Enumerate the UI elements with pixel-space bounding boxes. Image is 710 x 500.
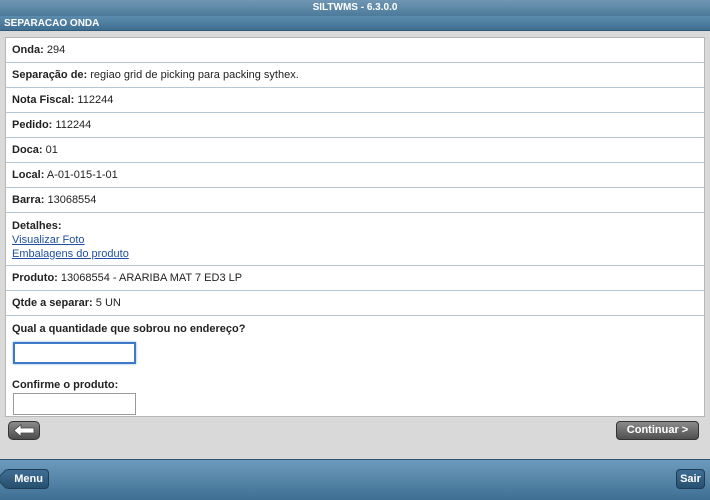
- field-value: A-01-015-1-01: [46, 169, 118, 181]
- field-row-produto: Produto: 13068554 - ARARIBA MAT 7 ED3 LP: [6, 266, 704, 291]
- confirm-product-label: Confirme o produto:: [12, 379, 119, 391]
- quantity-question-row: Qual a quantidade que sobrou no endereço…: [6, 316, 704, 364]
- field-row-separacao: Separação de: regiao grid de picking par…: [6, 63, 704, 88]
- field-row-qtde: Qtde a separar: 5 UN: [6, 291, 704, 316]
- field-value: 13068554: [47, 194, 97, 206]
- field-value: regiao grid de picking para packing syth…: [90, 69, 299, 81]
- field-label: Local:: [12, 169, 45, 181]
- field-value: 112244: [55, 119, 92, 131]
- field-label: Nota Fiscal:: [12, 94, 75, 106]
- view-photo-link[interactable]: Visualizar Foto: [12, 233, 698, 247]
- details-label: Detalhes:: [12, 220, 62, 232]
- field-label: Doca:: [12, 144, 43, 156]
- field-label: Qtde a separar:: [12, 297, 93, 309]
- field-row-pedido: Pedido: 112244: [6, 113, 704, 138]
- details-row: Detalhes: Visualizar Foto Embalagens do …: [6, 213, 704, 266]
- field-row-onda: Onda: 294: [6, 38, 704, 63]
- back-button[interactable]: [8, 421, 40, 440]
- menu-button-label: Menu: [14, 473, 43, 485]
- field-row-nota-fiscal: Nota Fiscal: 112244: [6, 88, 704, 113]
- field-value: 13068554 - ARARIBA MAT 7 ED3 LP: [60, 272, 243, 284]
- field-label: Barra:: [12, 194, 45, 206]
- field-row-doca: Doca: 01: [6, 138, 704, 163]
- field-row-local: Local: A-01-015-1-01: [6, 163, 704, 188]
- product-packaging-link[interactable]: Embalagens do produto: [12, 247, 698, 261]
- confirm-product-input[interactable]: [13, 393, 136, 415]
- continue-button[interactable]: Continuar >: [616, 421, 699, 440]
- content-panel: Onda: 294 Separação de: regiao grid de p…: [5, 37, 705, 417]
- field-value: 01: [45, 144, 58, 156]
- field-value: 112244: [77, 94, 114, 106]
- menu-button[interactable]: Menu: [5, 469, 49, 489]
- page-header: SEPARACAO ONDA: [0, 16, 710, 31]
- back-arrow-icon: [13, 424, 35, 437]
- app-title: SILTWMS - 6.3.0.0: [312, 2, 398, 13]
- field-value: 5 UN: [95, 297, 121, 309]
- field-label: Separação de:: [12, 69, 88, 81]
- quantity-question-label: Qual a quantidade que sobrou no endereço…: [12, 323, 246, 335]
- footer-bar: Menu Sair: [0, 459, 710, 500]
- quantity-input[interactable]: [13, 342, 136, 364]
- exit-button[interactable]: Sair: [676, 469, 705, 489]
- field-value: 294: [46, 44, 66, 56]
- field-row-barra: Barra: 13068554: [6, 188, 704, 213]
- app-title-bar: SILTWMS - 6.3.0.0: [0, 0, 710, 16]
- confirm-product-row: Confirme o produto:: [6, 364, 704, 415]
- field-label: Onda:: [12, 44, 44, 56]
- field-label: Pedido:: [12, 119, 53, 131]
- page-title: SEPARACAO ONDA: [4, 18, 100, 29]
- field-label: Produto:: [12, 272, 58, 284]
